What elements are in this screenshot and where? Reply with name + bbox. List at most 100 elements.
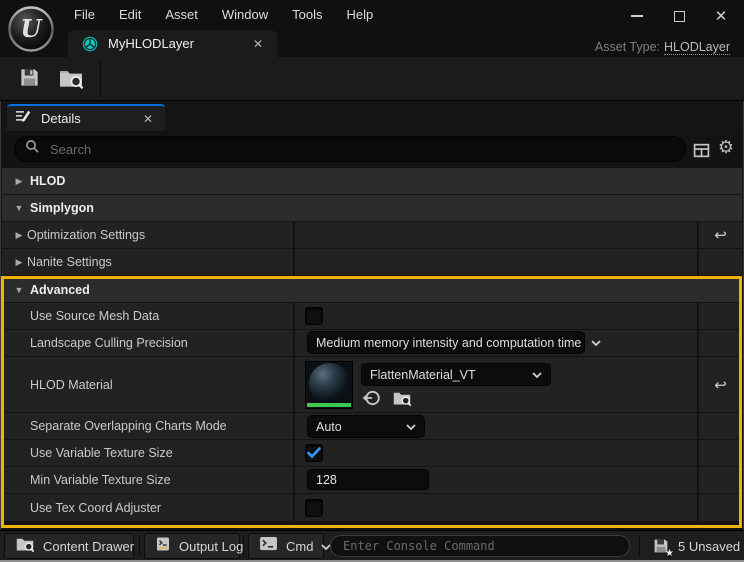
- status-bar: Content Drawer Output Log Cmd Enter Cons…: [0, 530, 744, 560]
- maximize-button[interactable]: [665, 4, 693, 28]
- landscape-culling-precision-value-cell: Medium memory intensity and computation …: [295, 330, 698, 356]
- output-log-button[interactable]: Output Log: [144, 533, 243, 559]
- reset-to-default-icon[interactable]: ↩: [714, 226, 727, 244]
- browse-to-asset-icon[interactable]: [391, 388, 413, 408]
- asset-tab-strip: MyHLODLayer ✕ Asset Type: HLODLayer: [0, 30, 744, 57]
- category-advanced[interactable]: ▼ Advanced: [2, 277, 742, 302]
- unsaved-save-icon: ★: [652, 537, 674, 559]
- menu-edit[interactable]: Edit: [107, 0, 153, 30]
- settings-gear-icon[interactable]: ⚙: [716, 138, 736, 158]
- hlodlayer-asset-icon: [82, 36, 98, 52]
- category-hlod-label: HLOD: [30, 174, 66, 188]
- title-bar: File Edit Asset Window Tools Help ✕: [0, 0, 744, 30]
- chevron-down-icon: [591, 339, 602, 346]
- toolbar-divider: [100, 61, 101, 97]
- use-source-mesh-data-value-cell: [295, 303, 698, 329]
- row-optimization-settings: ▶ Optimization Settings ↩: [2, 222, 742, 248]
- save-icon: [18, 66, 41, 94]
- details-icon: [15, 108, 31, 129]
- expand-arrow-icon: ▶: [15, 229, 23, 240]
- tab-details[interactable]: Details ✕: [7, 104, 165, 131]
- row-landscape-culling-precision: Landscape Culling Precision Medium memor…: [2, 330, 742, 356]
- min-variable-texture-size-input[interactable]: [307, 469, 429, 490]
- window-close-button[interactable]: ✕: [707, 4, 735, 28]
- minimize-icon: [631, 15, 643, 17]
- menu-window[interactable]: Window: [210, 0, 280, 30]
- close-icon: ✕: [714, 8, 728, 25]
- row-use-source-mesh-data: Use Source Mesh Data: [2, 303, 742, 329]
- unsaved-changes-button[interactable]: ★ 5 Unsaved: [646, 533, 744, 559]
- use-source-mesh-data-reset-cell: [699, 303, 742, 329]
- use-tex-coord-adjuster-name-cell: Use Tex Coord Adjuster: [2, 494, 294, 521]
- asset-tab-close-icon[interactable]: ✕: [249, 37, 267, 51]
- use-tex-coord-adjuster-label: Use Tex Coord Adjuster: [30, 500, 162, 515]
- use-source-mesh-data-name-cell: Use Source Mesh Data: [2, 303, 294, 329]
- category-simplygon[interactable]: ▼ Simplygon: [2, 195, 742, 221]
- use-tex-coord-adjuster-reset-cell: [699, 494, 742, 521]
- expand-arrow-icon: ▶: [15, 256, 23, 267]
- optimization-settings-label: Optimization Settings: [27, 228, 146, 242]
- min-variable-texture-size-label: Min Variable Texture Size: [30, 473, 171, 487]
- cmd-selector-button[interactable]: Cmd: [248, 533, 332, 559]
- menu-tools[interactable]: Tools: [280, 0, 334, 30]
- menu-help[interactable]: Help: [334, 0, 385, 30]
- menu-asset[interactable]: Asset: [153, 0, 210, 30]
- asset-toolbar: [0, 57, 744, 101]
- asset-tab-myhlodlayer[interactable]: MyHLODLayer ✕: [68, 30, 277, 57]
- hlod-material-asset-dropdown[interactable]: FlattenMaterial_VT: [361, 363, 551, 386]
- separate-overlapping-charts-mode-label: Separate Overlapping Charts Mode: [30, 419, 227, 433]
- content-drawer-button[interactable]: Content Drawer: [4, 533, 134, 559]
- use-variable-texture-size-checkbox[interactable]: [305, 444, 323, 462]
- asset-type-label: Asset Type:: [594, 40, 660, 54]
- optimization-settings-expander[interactable]: ▶ Optimization Settings: [2, 222, 294, 248]
- details-panel-tabbar: Details ✕: [2, 104, 742, 131]
- details-tab-label: Details: [41, 111, 81, 126]
- search-box[interactable]: [14, 136, 686, 162]
- use-source-mesh-data-checkbox[interactable]: [305, 307, 323, 325]
- menu-file[interactable]: File: [62, 0, 107, 30]
- console-command-input[interactable]: [330, 535, 630, 557]
- separate-overlapping-charts-mode-dropdown[interactable]: Auto: [307, 415, 425, 438]
- category-hlod[interactable]: ▶ HLOD: [2, 168, 742, 194]
- collapse-arrow-icon: ▼: [14, 284, 24, 295]
- optimization-settings-value-cell: [295, 222, 698, 248]
- use-tex-coord-adjuster-value-cell: [295, 494, 698, 521]
- unsaved-star-badge: ★: [665, 548, 674, 559]
- statusbar-divider: [139, 535, 140, 557]
- hlod-material-asset-name: FlattenMaterial_VT: [370, 367, 476, 382]
- row-min-variable-texture-size: Min Variable Texture Size: [2, 467, 742, 493]
- landscape-culling-precision-dropdown[interactable]: Medium memory intensity and computation …: [307, 331, 602, 354]
- details-tab-close-icon[interactable]: ✕: [139, 112, 157, 126]
- chevron-down-icon: [406, 423, 416, 430]
- reset-to-default-icon[interactable]: ↩: [714, 376, 727, 394]
- material-thumbnail[interactable]: [305, 361, 353, 409]
- statusbar-divider: [639, 535, 640, 557]
- row-use-variable-texture-size: Use Variable Texture Size: [2, 440, 742, 466]
- nanite-settings-reset-cell: [699, 249, 742, 275]
- min-variable-texture-size-value-cell: [295, 467, 698, 493]
- nanite-settings-value-cell: [295, 249, 698, 275]
- search-input[interactable]: [48, 140, 675, 158]
- use-selected-asset-icon[interactable]: [361, 388, 383, 408]
- unsaved-count-label: 5 Unsaved: [678, 538, 741, 554]
- display-filter-table-icon[interactable]: [691, 140, 711, 160]
- category-advanced-label: Advanced: [30, 282, 90, 297]
- use-variable-texture-size-value-cell: [295, 440, 698, 466]
- category-simplygon-label: Simplygon: [30, 201, 94, 215]
- separate-overlapping-charts-mode-value-cell: Auto: [295, 413, 698, 439]
- browse-to-asset-button[interactable]: [54, 66, 88, 94]
- material-sphere-preview: [309, 363, 350, 404]
- folder-search-icon: [58, 66, 84, 95]
- landscape-culling-precision-label: Landscape Culling Precision: [30, 336, 188, 350]
- asset-type-link[interactable]: HLODLayer: [664, 40, 730, 55]
- row-use-tex-coord-adjuster: Use Tex Coord Adjuster: [2, 494, 742, 521]
- details-search-row: ⚙: [2, 131, 742, 168]
- nanite-settings-expander[interactable]: ▶ Nanite Settings: [2, 249, 294, 275]
- use-variable-texture-size-label: Use Variable Texture Size: [30, 446, 173, 460]
- cmd-label: Cmd: [286, 538, 314, 554]
- save-button[interactable]: [12, 66, 46, 94]
- unreal-editor-window: File Edit Asset Window Tools Help ✕ U My…: [0, 0, 744, 562]
- minimize-button[interactable]: [623, 4, 651, 28]
- min-variable-texture-size-name-cell: Min Variable Texture Size: [2, 467, 294, 493]
- use-tex-coord-adjuster-checkbox[interactable]: [305, 498, 323, 517]
